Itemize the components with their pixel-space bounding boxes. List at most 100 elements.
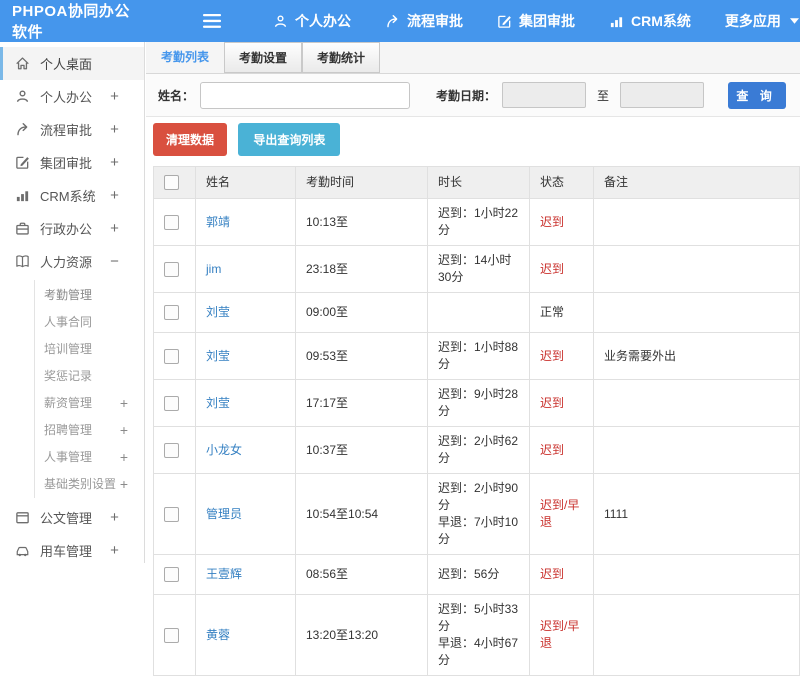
note-cell (593, 292, 800, 333)
sidebar-item-2[interactable]: 流程审批 + (0, 113, 144, 146)
duration-line: 迟到：56分 (438, 567, 500, 581)
status-badge: 迟到/早退 (540, 619, 580, 650)
checkbox-cell (153, 594, 196, 676)
sidebar-item-label: 个人办公 (40, 90, 93, 105)
sidebar-item-7[interactable]: 公文管理 + (0, 501, 144, 534)
row-checkbox[interactable] (164, 395, 179, 411)
row-checkbox[interactable] (164, 261, 179, 277)
clean-data-button[interactable]: 清理数据 (153, 123, 228, 156)
status-badge: 迟到 (540, 348, 565, 363)
note-cell (593, 198, 800, 246)
nav-item-label: 流程审批 (407, 13, 463, 29)
sidebar-subitem-label: 招聘管理 (44, 423, 93, 437)
status-cell: 正常 (529, 292, 594, 333)
employee-name-link[interactable]: 郭靖 (206, 215, 230, 229)
time-cell: 09:00至 (295, 292, 428, 333)
duration-line: 迟到：2小时90分 (438, 481, 519, 512)
employee-name-link[interactable]: 黄蓉 (206, 628, 230, 642)
checkbox-cell (153, 379, 196, 427)
table-row: 刘莹 09:53至 迟到：1小时88分 迟到 业务需要外出 (153, 332, 800, 380)
date-from-input[interactable] (502, 82, 587, 108)
name-cell: 管理员 (195, 473, 296, 555)
tab-1[interactable]: 考勤设置 (224, 42, 302, 73)
plus-icon: + (110, 542, 119, 559)
toolbar: 清理数据 导出查询列表 (153, 123, 800, 156)
table-row: jim 23:18至 迟到：14小时30分 迟到 (153, 245, 800, 293)
duration-cell: 迟到：1小时88分 (427, 332, 530, 380)
nav-item-4[interactable]: 更多应用 (725, 11, 799, 31)
note-cell: 业务需要外出 (593, 332, 800, 380)
sidebar-item-1[interactable]: 个人办公 + (0, 80, 144, 113)
employee-name-link[interactable]: 刘莹 (206, 305, 230, 319)
nav-item-1[interactable]: 流程审批 (385, 11, 463, 31)
column-header-1: 考勤时间 (295, 166, 428, 199)
sidebar: 个人桌面 个人办公 + 流程审批 + 集团审批 + CRM系统 + 行政办公 + 人力资源 − 考勤管理人… (0, 42, 145, 563)
duration-cell: 迟到：2小时62分 (427, 426, 530, 474)
export-list-button[interactable]: 导出查询列表 (238, 123, 341, 156)
employee-name-link[interactable]: 管理员 (206, 507, 242, 521)
sidebar-subitem-label: 奖惩记录 (44, 369, 93, 383)
sidebar-item-label: 用车管理 (40, 544, 93, 559)
row-checkbox[interactable] (164, 627, 179, 643)
checkbox-cell (153, 332, 196, 380)
sidebar-item-0[interactable]: 个人桌面 (0, 47, 144, 80)
duration-line: 迟到：1小时88分 (438, 340, 519, 371)
note-cell (593, 245, 800, 293)
sidebar-subitem-4[interactable]: 薪资管理 + (35, 389, 144, 416)
row-checkbox[interactable] (164, 305, 179, 321)
row-checkbox[interactable] (164, 348, 179, 364)
name-input[interactable] (200, 81, 411, 109)
nav-item-label: 集团审批 (519, 13, 575, 29)
sidebar-subitem-7[interactable]: 基础类别设置 + (35, 470, 144, 497)
time-cell: 13:20至13:20 (295, 594, 428, 676)
name-cell: 小龙女 (195, 426, 296, 474)
sidebar-subitem-5[interactable]: 招聘管理 + (35, 416, 144, 443)
sidebar-item-5[interactable]: 行政办公 + (0, 212, 144, 245)
sidebar-subitem-0[interactable]: 考勤管理 (35, 281, 144, 308)
row-checkbox[interactable] (164, 506, 179, 522)
menu-icon[interactable] (203, 14, 221, 28)
select-all-checkbox[interactable] (164, 175, 179, 191)
employee-name-link[interactable]: 王壹辉 (206, 567, 242, 581)
table-row: 郭靖 10:13至 迟到：1小时22分 迟到 (153, 198, 800, 246)
name-cell: 刘莹 (195, 332, 296, 380)
duration-line: 早退：7小时10分 (438, 515, 519, 546)
row-checkbox[interactable] (164, 214, 179, 230)
duration-line: 迟到：14小时30分 (438, 253, 512, 284)
sidebar-item-label: 集团审批 (40, 156, 93, 171)
sidebar-item-label: CRM系统 (40, 189, 96, 204)
sidebar-item-4[interactable]: CRM系统 + (0, 179, 144, 212)
plus-icon: + (119, 448, 128, 465)
sidebar-subitem-3[interactable]: 奖惩记录 (35, 362, 144, 389)
nav-item-0[interactable]: 个人办公 (273, 11, 351, 31)
sidebar-item-3[interactable]: 集团审批 + (0, 146, 144, 179)
sidebar-submenu: 考勤管理 人事合同 培训管理 奖惩记录 薪资管理 + 招聘管理 + 人事管理 + 基础类别设置 + (34, 280, 144, 498)
search-button[interactable]: 查 询 (728, 81, 787, 109)
duration-line: 迟到：2小时62分 (438, 434, 519, 465)
employee-name-link[interactable]: 刘莹 (206, 396, 230, 410)
row-checkbox[interactable] (164, 567, 179, 583)
doc-icon (14, 510, 31, 525)
tab-0[interactable]: 考勤列表 (146, 42, 224, 73)
plus-icon: + (119, 394, 128, 411)
filter-bar: 姓名： 考勤日期： 至 查 询 (146, 74, 800, 117)
sidebar-subitem-1[interactable]: 人事合同 (35, 308, 144, 335)
car-icon (14, 543, 31, 558)
status-badge: 正常 (540, 305, 565, 319)
sidebar-item-6[interactable]: 人力资源 − (0, 245, 144, 278)
name-cell: 王壹辉 (195, 554, 296, 595)
sidebar-subitem-6[interactable]: 人事管理 + (35, 443, 144, 470)
status-badge: 迟到 (540, 214, 565, 229)
sidebar-item-8[interactable]: 用车管理 + (0, 534, 144, 563)
employee-name-link[interactable]: 刘莹 (206, 349, 230, 363)
plus-icon: + (110, 154, 119, 171)
employee-name-link[interactable]: 小龙女 (206, 443, 242, 457)
employee-name-link[interactable]: jim (206, 262, 221, 276)
tab-2[interactable]: 考勤统计 (302, 42, 380, 73)
duration-cell: 迟到：14小时30分 (427, 245, 530, 293)
nav-item-3[interactable]: CRM系统 (609, 11, 691, 31)
nav-item-2[interactable]: 集团审批 (497, 11, 575, 31)
date-to-input[interactable] (620, 82, 705, 108)
sidebar-subitem-2[interactable]: 培训管理 (35, 335, 144, 362)
row-checkbox[interactable] (164, 442, 179, 458)
